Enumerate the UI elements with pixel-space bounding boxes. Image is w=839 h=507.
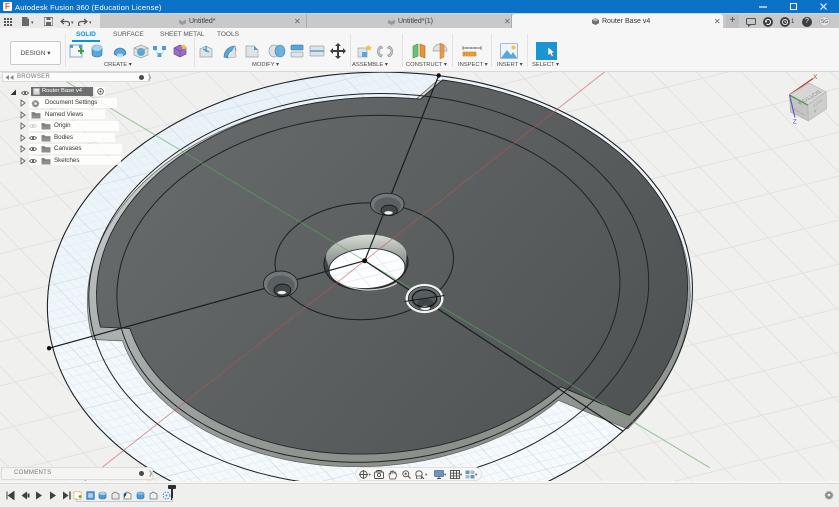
svg-text:X: X [813, 74, 818, 81]
svg-text:Z: Z [793, 119, 797, 126]
